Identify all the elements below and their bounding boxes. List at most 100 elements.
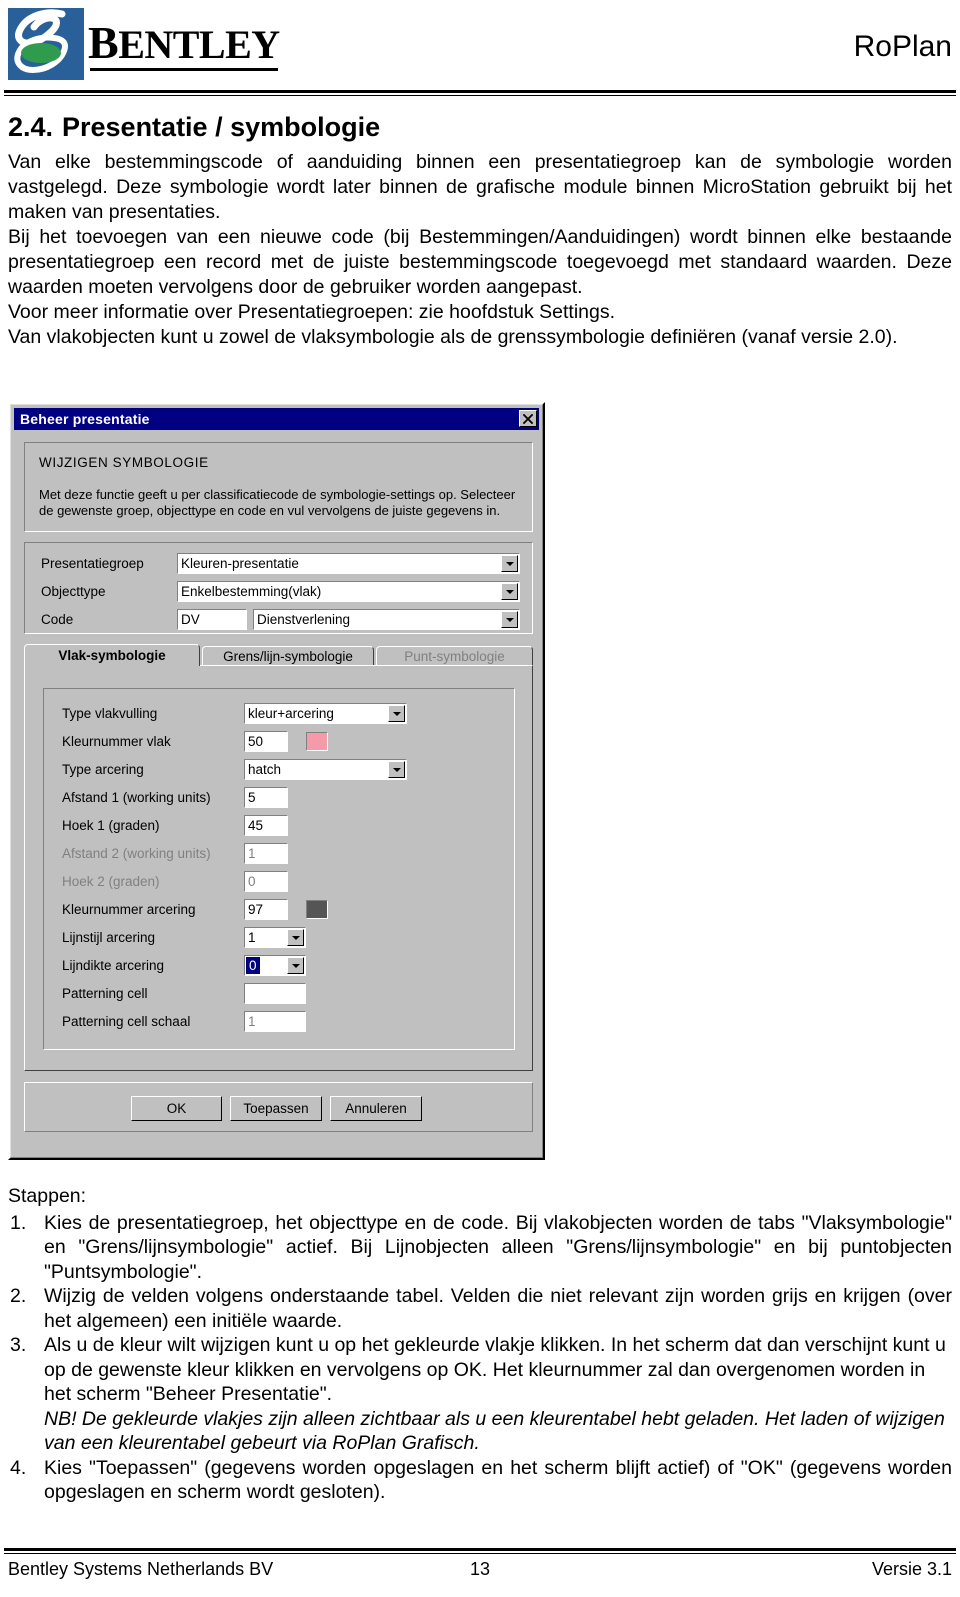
step-item: 3. Als u de kleur wilt wijzigen kunt u o… <box>8 1333 952 1456</box>
info-description: Met deze functie geeft u per classificat… <box>39 487 516 518</box>
type-vlakvulling-combo[interactable]: kleur+arcering <box>244 703 407 724</box>
field-objecttype: Objecttype Enkelbestemming(vlak) <box>25 581 534 602</box>
section-number: 2.4. <box>8 112 54 142</box>
wordmark-underline <box>90 68 278 71</box>
header-divider <box>4 90 956 96</box>
lijndikte-arcering-combo[interactable]: 0 <box>244 955 306 976</box>
afstand-2-input[interactable]: 1 <box>244 843 288 864</box>
step-item: 2. Wijzig de velden volgens onderstaande… <box>8 1284 952 1333</box>
objecttype-value: Enkelbestemming(vlak) <box>181 584 322 599</box>
footer-right: Versie 3.1 <box>871 1559 952 1579</box>
label-hoek-1: Hoek 1 (graden) <box>62 818 160 833</box>
dialog-titlebar[interactable]: Beheer presentatie <box>14 408 539 430</box>
label-afstand-1: Afstand 1 (working units) <box>62 790 211 805</box>
chevron-down-icon[interactable] <box>287 929 304 946</box>
tab-punt-symbologie[interactable]: Punt-symbologie <box>376 646 533 666</box>
chevron-down-icon[interactable] <box>501 555 518 572</box>
lijndikte-arcering-value: 0 <box>245 956 261 975</box>
steps-heading: Stappen: <box>8 1185 87 1207</box>
lijnstijl-arcering-value: 1 <box>248 930 256 945</box>
beheer-presentatie-dialog: Beheer presentatie WIJZIGEN SYMBOLOGIE M… <box>8 402 545 1160</box>
chevron-down-icon[interactable] <box>501 583 518 600</box>
vlak-symbologie-panel: Type vlakvulling kleur+arcering Kleurnum… <box>24 665 533 1071</box>
label-kleurnummer-vlak: Kleurnummer vlak <box>62 734 171 749</box>
hoek-1-input[interactable]: 45 <box>244 815 288 836</box>
chevron-down-icon[interactable] <box>287 957 304 974</box>
page-header: BENTLEY RoPlan <box>0 0 960 100</box>
tab-punt-symbologie-label: Punt-symbologie <box>404 649 505 664</box>
footer-page-number: 13 <box>469 1559 491 1579</box>
kleurnummer-arcering-input[interactable]: 97 <box>244 899 288 920</box>
step-marker: 3. <box>10 1334 27 1356</box>
step-item: 4. Kies "Toepassen" (gegevens worden opg… <box>8 1456 952 1505</box>
toepassen-button-label: Toepassen <box>243 1101 309 1116</box>
close-icon[interactable] <box>519 410 537 427</box>
step-marker: 1. <box>10 1211 27 1234</box>
kleurnummer-vlak-color-swatch[interactable] <box>306 732 328 751</box>
label-patterning-cell-schaal: Patterning cell schaal <box>62 1014 191 1029</box>
label-afstand-2: Afstand 2 (working units) <box>62 846 211 861</box>
tab-grens-lijn-symbologie-label: Grens/lijn-symbologie <box>223 649 353 664</box>
annuleren-button[interactable]: Annuleren <box>330 1096 422 1121</box>
code-input[interactable]: DV <box>177 609 247 630</box>
step-text: Kies de presentatiegroep, het objecttype… <box>44 1211 952 1283</box>
step-text: Als u de kleur wilt wijzigen kunt u op h… <box>44 1334 946 1405</box>
steps-section: Stappen: 1. Kies de presentatiegroep, he… <box>8 1184 952 1505</box>
annuleren-button-label: Annuleren <box>345 1101 407 1116</box>
type-arcering-value: hatch <box>248 762 282 777</box>
dialog-buttonbar: OK Toepassen Annuleren <box>24 1082 533 1132</box>
kleurnummer-vlak-input[interactable]: 50 <box>244 731 288 752</box>
field-code: Code DV Dienstverlening <box>25 609 534 630</box>
selector-groupbox: Presentatiegroep Kleuren-presentatie Obj… <box>24 542 533 634</box>
label-objecttype: Objecttype <box>41 584 106 599</box>
objecttype-combo[interactable]: Enkelbestemming(vlak) <box>177 581 520 602</box>
presentatiegroep-combo[interactable]: Kleuren-presentatie <box>177 553 520 574</box>
step-text: Kies "Toepassen" (gegevens worden opgesl… <box>44 1456 952 1504</box>
type-arcering-combo[interactable]: hatch <box>244 759 407 780</box>
paragraph-3: Voor meer informatie over Presentatiegro… <box>8 301 616 323</box>
chevron-down-icon[interactable] <box>388 761 405 778</box>
page-title: 2.4. Presentatie / symbologie <box>8 112 952 142</box>
paragraph-1: Van elke bestemmingscode of aanduiding b… <box>8 151 952 223</box>
step-marker: 2. <box>10 1285 27 1307</box>
step-marker: 4. <box>10 1456 27 1479</box>
paragraph-2: Bij het toevoegen van een nieuwe code (b… <box>8 226 952 298</box>
tab-grens-lijn-symbologie[interactable]: Grens/lijn-symbologie <box>202 646 374 666</box>
kleurnummer-arcering-color-swatch[interactable] <box>306 900 328 919</box>
type-vlakvulling-value: kleur+arcering <box>248 706 334 721</box>
ok-button[interactable]: OK <box>131 1096 222 1121</box>
footer-divider <box>4 1548 956 1554</box>
patterning-cell-input[interactable] <box>244 983 306 1004</box>
wordmark-initial: B <box>88 17 119 68</box>
toepassen-button[interactable]: Toepassen <box>230 1096 322 1121</box>
label-hoek-2: Hoek 2 (graden) <box>62 874 160 889</box>
label-lijnstijl-arcering: Lijnstijl arcering <box>62 930 156 945</box>
lijnstijl-arcering-combo[interactable]: 1 <box>244 927 306 948</box>
label-kleurnummer-arcering: Kleurnummer arcering <box>62 902 196 917</box>
bentley-wordmark: BENTLEY <box>88 20 280 67</box>
document-body: 2.4. Presentatie / symbologie Van elke be… <box>8 112 952 350</box>
hoek-2-input[interactable]: 0 <box>244 871 288 892</box>
patterning-cell-schaal-input[interactable]: 1 <box>244 1011 306 1032</box>
afstand-1-input[interactable]: 5 <box>244 787 288 808</box>
chevron-down-icon[interactable] <box>501 611 518 628</box>
label-presentatiegroep: Presentatiegroep <box>41 556 144 571</box>
section-title-text: Presentatie / symbologie <box>62 112 381 142</box>
code-description-combo[interactable]: Dienstverlening <box>253 609 520 630</box>
field-presentatiegroep: Presentatiegroep Kleuren-presentatie <box>25 553 534 574</box>
step-text: Wijzig de velden volgens onderstaande ta… <box>44 1285 952 1332</box>
chevron-down-icon[interactable] <box>388 705 405 722</box>
bentley-logo: BENTLEY <box>8 8 280 80</box>
info-groupbox: WIJZIGEN SYMBOLOGIE Met deze functie gee… <box>24 442 533 532</box>
ok-button-label: OK <box>166 1101 187 1116</box>
label-code: Code <box>41 612 74 627</box>
code-description-value: Dienstverlening <box>257 612 351 627</box>
label-type-vlakvulling: Type vlakvulling <box>62 706 158 721</box>
dialog-title: Beheer presentatie <box>20 411 150 427</box>
bentley-logo-icon <box>8 8 84 80</box>
label-type-arcering: Type arcering <box>62 762 144 777</box>
tab-vlak-symbologie[interactable]: Vlak-symbologie <box>24 644 200 666</box>
paragraph-4: Van vlakobjecten kunt u zowel de vlaksym… <box>8 326 898 348</box>
wordmark-rest: ENTLEY <box>118 22 280 67</box>
info-heading: WIJZIGEN SYMBOLOGIE <box>39 455 209 470</box>
